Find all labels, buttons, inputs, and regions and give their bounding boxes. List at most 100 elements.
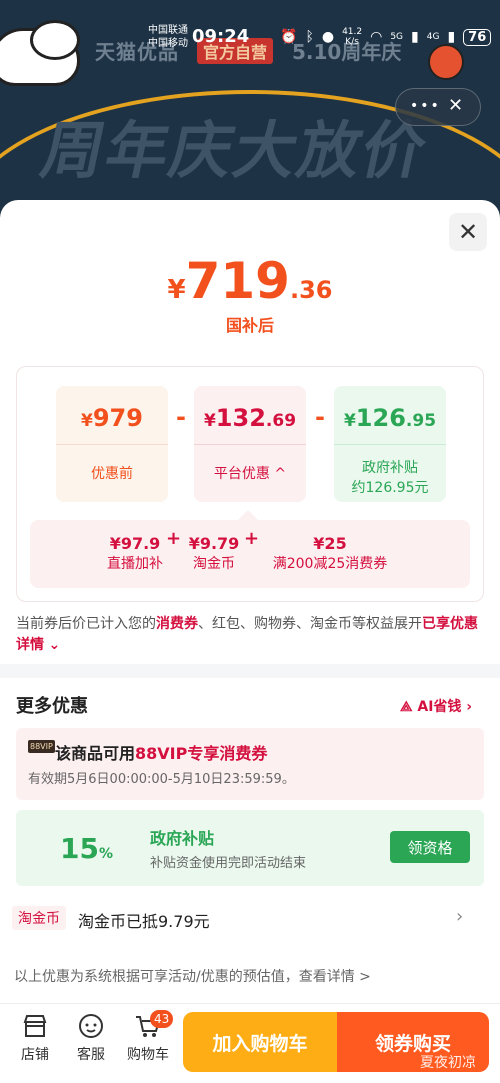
service-label[interactable]: 客服: [77, 1047, 105, 1063]
platform-discount-decimal: .69: [265, 411, 297, 431]
gov-subsidy-yen: ¥: [343, 411, 356, 431]
clock: 09:24: [192, 26, 250, 47]
divider: [56, 444, 168, 445]
live-bonus-label: 直播加补: [107, 556, 163, 572]
gov-subsidy-text: 政府补贴: [362, 460, 418, 476]
original-price-box: ¥979 优惠前: [56, 386, 168, 502]
more-icon[interactable]: •••: [410, 98, 441, 114]
add-to-cart-button[interactable]: 加入购物车: [183, 1012, 337, 1072]
gov-card-desc: 补贴资金使用完即活动结束: [150, 856, 307, 871]
banner-headline: 周年庆大放价: [35, 114, 435, 187]
signal-icon-1: ▮: [411, 29, 419, 45]
store-label[interactable]: 店铺: [21, 1047, 49, 1063]
claim-eligibility-button[interactable]: 领资格: [390, 831, 470, 863]
gov-subsidy-percent: 15%: [60, 832, 113, 865]
final-price: ¥719.36: [0, 252, 500, 310]
gov-percent-sign: %: [98, 846, 113, 862]
original-price: ¥979: [56, 404, 168, 432]
coupon-label: 满200减25消费券: [272, 556, 388, 572]
alarm-icon: ⏰: [280, 29, 298, 45]
carrier-2: 中国移动: [148, 38, 188, 49]
section-divider: [0, 664, 500, 678]
service-tab[interactable]: 客服: [66, 1012, 116, 1064]
service-icon[interactable]: [77, 1012, 105, 1040]
gov-subsidy-value: 126: [355, 404, 406, 432]
location-icon: ●: [321, 29, 335, 45]
gov-percent-value: 15: [60, 832, 99, 865]
gov-subsidy-decimal: .95: [405, 411, 437, 431]
platform-discount-label: 平台优惠 ^: [194, 464, 306, 484]
notice-coupon: 消费券: [156, 616, 198, 632]
ai-save-link[interactable]: ⟁ AI省钱 ›: [400, 696, 472, 716]
gov-subsidy: ¥126.95: [334, 404, 446, 432]
disclaimer-link[interactable]: 以上优惠为系统根据可享活动/优惠的预估值，查看详情 >: [14, 966, 371, 986]
speed-unit: K/s: [345, 37, 359, 47]
platform-discount-box[interactable]: ¥132.69 平台优惠 ^: [194, 386, 306, 502]
minus-sign-2: -: [315, 403, 325, 431]
ai-save-label[interactable]: AI省钱 ›: [417, 699, 472, 715]
chevron-up-icon: ^: [274, 466, 287, 482]
price-decimal: .36: [289, 276, 333, 304]
vip-title-highlight: 88VIP专享消费券: [135, 744, 268, 763]
coupon-value: ¥25: [313, 534, 347, 553]
carrier-info: 中国联通 中国移动: [148, 24, 188, 50]
net-label-1: 5G: [390, 32, 404, 42]
carrier-1: 中国联通: [148, 25, 188, 36]
notice-text-1: 当前券后价已计入您的: [16, 616, 156, 632]
capsule-close-icon[interactable]: ✕: [448, 95, 463, 116]
wifi-icon: ◠: [370, 29, 383, 45]
divider: [334, 444, 446, 445]
battery-icon: 76: [463, 28, 492, 46]
minus-sign-1: -: [176, 403, 186, 431]
signal-icon-2: ▮: [447, 29, 456, 45]
more-discounts-title: 更多优惠: [16, 696, 88, 717]
vip-coupon-validity: 有效期5月6日00:00:00-5月10日23:59:59。: [28, 772, 295, 787]
bluetooth-icon: ᛒ: [305, 29, 314, 45]
close-icon[interactable]: ✕: [458, 218, 478, 246]
gov-subsidy-label: 政府补贴约126.95元: [334, 458, 446, 498]
price-integer: 719: [185, 252, 290, 310]
taojinbi-text[interactable]: 淘金币已抵9.79元: [78, 908, 210, 932]
gov-card-title: 政府补贴: [150, 829, 215, 848]
price-notice: 当前券后价已计入您的消费券、红包、购物券、淘金币等权益展开已享优惠详情 ⌄: [16, 614, 486, 656]
chevron-down-icon[interactable]: ⌄: [48, 637, 60, 653]
original-price-value: 979: [92, 404, 143, 432]
vip-coupon-title: 该商品可用88VIP专享消费券: [55, 740, 267, 764]
taojinbi-value: ¥9.79: [188, 534, 240, 553]
speed-value: 41.2: [342, 27, 363, 37]
platform-discount-value: 132: [215, 404, 266, 432]
net-label-2: 4G: [426, 32, 440, 42]
vip-badge-icon: 88VIP: [28, 740, 55, 753]
store-icon[interactable]: [21, 1012, 49, 1040]
original-price-label: 优惠前: [91, 466, 133, 482]
platform-discount-yen: ¥: [203, 411, 216, 431]
notice-text-2: 、红包、购物券、淘金币等权益展开: [198, 616, 422, 632]
chevron-right-icon[interactable]: ›: [456, 906, 463, 927]
vip-title-prefix: 该商品可用: [55, 744, 136, 763]
original-price-yen: ¥: [81, 411, 93, 431]
divider: [194, 444, 306, 445]
price-label: 国补后: [225, 316, 274, 335]
vip-coupon-card[interactable]: [16, 728, 484, 800]
platform-discount-text: 平台优惠: [213, 466, 270, 482]
mini-program-capsule[interactable]: ••• ✕: [395, 88, 481, 126]
plus-sign-1: +: [166, 528, 182, 549]
plus-sign-2: +: [244, 528, 260, 549]
coupon-discount: ¥25 满200减25消费券: [262, 534, 398, 573]
taojinbi-tag: 淘金币: [12, 906, 66, 930]
cart-label[interactable]: 购物车: [127, 1047, 169, 1063]
taojinbi-label: 淘金币: [193, 556, 235, 572]
ai-icon: ⟁: [400, 699, 413, 715]
gov-subsidy-approx: 约126.95元: [351, 480, 429, 496]
network-speed: 41.2 K/s: [342, 27, 362, 47]
watermark: 夏夜初凉: [420, 1055, 476, 1071]
store-tab[interactable]: 店铺: [10, 1012, 60, 1064]
platform-discount: ¥132.69: [194, 404, 306, 432]
status-icons: ⏰ ᛒ ● 41.2 K/s ◠ 5G ▮ 4G ▮ 76: [280, 27, 492, 47]
close-button[interactable]: ✕: [449, 213, 487, 251]
gov-subsidy-box: ¥126.95 政府补贴约126.95元: [334, 386, 446, 502]
price-currency: ¥: [167, 275, 186, 305]
taojinbi-discount: ¥9.79 淘金币: [184, 534, 244, 573]
status-bar: 中国联通 中国移动 09:24 ⏰ ᛒ ● 41.2 K/s ◠ 5G ▮ 4G …: [0, 0, 500, 62]
cart-count-badge: 43: [150, 1010, 174, 1028]
